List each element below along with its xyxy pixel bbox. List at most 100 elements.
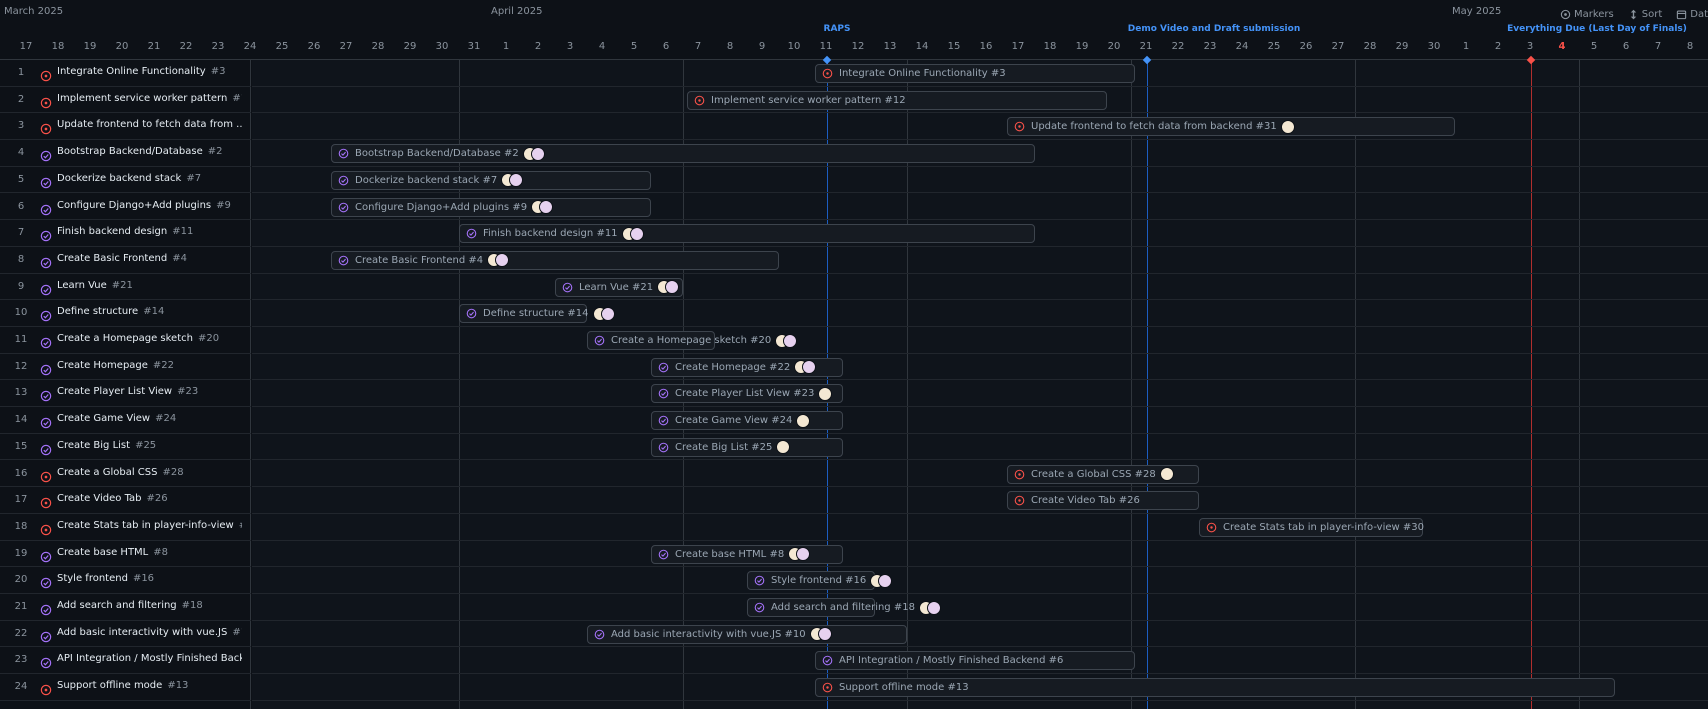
timeline-bar[interactable]: Create Stats tab in player-info-view #30 bbox=[1199, 517, 1424, 537]
list-item[interactable]: 24 Support offline mode #13 bbox=[0, 674, 251, 701]
item-title[interactable]: Create Homepage #22 bbox=[57, 360, 174, 371]
item-title[interactable]: Create Player List View #23 bbox=[57, 386, 198, 397]
item-title[interactable]: Create a Homepage sketch #20 bbox=[57, 333, 219, 344]
timeline-bar[interactable]: Integrate Online Functionality #3 bbox=[815, 64, 1135, 83]
timeline-bar[interactable]: Create Video Tab #26 bbox=[1007, 491, 1199, 511]
item-title[interactable]: Configure Django+Add plugins #9 bbox=[57, 200, 231, 211]
list-item[interactable]: 16 Create a Global CSS #28 bbox=[0, 461, 251, 488]
item-title[interactable]: Create a Global CSS #28 bbox=[57, 467, 184, 478]
timeline-bar[interactable]: Add basic interactivity with vue.JS #10 bbox=[587, 624, 907, 644]
day-label: 22 bbox=[1171, 41, 1185, 52]
item-title[interactable]: Support offline mode #13 bbox=[57, 680, 188, 691]
list-item[interactable]: 23 API Integration / Mostly Finished Back… bbox=[0, 647, 251, 675]
list-item[interactable]: 14 Create Game View #24 bbox=[0, 407, 251, 434]
timeline-bar[interactable]: Configure Django+Add plugins #9 bbox=[331, 197, 651, 217]
item-title[interactable]: Style frontend #16 bbox=[57, 573, 154, 584]
item-title[interactable]: Create base HTML #8 bbox=[57, 547, 168, 558]
assignee-avatars bbox=[870, 573, 893, 588]
item-title[interactable]: Learn Vue #21 bbox=[57, 280, 133, 291]
item-title[interactable]: API Integration / Mostly Finished Back..… bbox=[57, 653, 242, 664]
item-title[interactable]: Create Basic Frontend #4 bbox=[57, 253, 187, 264]
timeline-bar[interactable]: Define structure #14 bbox=[459, 304, 615, 324]
timeline-bar[interactable]: Create Game View #24 bbox=[651, 411, 843, 431]
item-title[interactable]: Define structure #14 bbox=[57, 306, 164, 317]
timeline-bar[interactable]: Create Homepage #22 bbox=[651, 357, 843, 377]
list-item[interactable]: 9 Learn Vue #21 bbox=[0, 274, 251, 301]
day-label: 4 bbox=[1558, 41, 1566, 52]
list-item[interactable]: 20 Style frontend #16 bbox=[0, 567, 251, 594]
timeline-row bbox=[252, 594, 1708, 621]
list-item[interactable]: 22 Add basic interactivity with vue.JS#10 bbox=[0, 621, 251, 648]
day-label: 15 bbox=[947, 41, 961, 52]
timeline-bar[interactable]: Implement service worker pattern #12 bbox=[687, 90, 1107, 110]
list-item[interactable]: 17 Create Video Tab #26 bbox=[0, 487, 251, 514]
list-item[interactable]: 1 Integrate Online Functionality #3 bbox=[0, 60, 251, 87]
list-item[interactable]: 12 Create Homepage #22 bbox=[0, 354, 251, 381]
sort-button[interactable]: Sort bbox=[1628, 9, 1662, 20]
item-title[interactable]: Dockerize backend stack #7 bbox=[57, 173, 201, 184]
row-number: 11 bbox=[14, 334, 28, 345]
list-item[interactable]: 5 Dockerize backend stack #7 bbox=[0, 167, 251, 194]
item-title[interactable]: Create Game View #24 bbox=[57, 413, 176, 424]
timeline-bar[interactable]: Style frontend #16 bbox=[747, 571, 893, 591]
list-item[interactable]: 21 Add search and filtering #18 bbox=[0, 594, 251, 621]
item-title[interactable]: Integrate Online Functionality #3 bbox=[57, 66, 225, 77]
timeline-bar[interactable]: Finish backend design #11 bbox=[459, 224, 1035, 244]
timeline-row bbox=[252, 621, 1708, 648]
assignee-avatars bbox=[592, 306, 615, 321]
timeline-bar[interactable]: Create Basic Frontend #4 bbox=[331, 250, 779, 270]
list-item[interactable]: 3 Update frontend to fetch data from ...#… bbox=[0, 113, 251, 141]
list-item[interactable]: 2 Implement service worker pattern#12 bbox=[0, 87, 251, 114]
item-title[interactable]: Create Video Tab #26 bbox=[57, 493, 168, 504]
timeline-bar[interactable]: Create a Homepage sketch #20 bbox=[587, 331, 798, 350]
issue-closed-icon bbox=[40, 361, 52, 375]
item-title[interactable]: Update frontend to fetch data from ...#3… bbox=[57, 119, 242, 130]
list-item[interactable]: 18 Create Stats tab in player-info-view#3… bbox=[0, 514, 251, 541]
issue-closed-icon bbox=[754, 602, 765, 613]
list-item[interactable]: 15 Create Big List #25 bbox=[0, 434, 251, 461]
item-title[interactable]: Add search and filtering #18 bbox=[57, 600, 203, 611]
list-item[interactable]: 13 Create Player List View #23 bbox=[0, 380, 251, 408]
timeline-bar[interactable]: Update frontend to fetch data from backe… bbox=[1007, 117, 1455, 137]
issue-closed-icon bbox=[338, 148, 349, 159]
timeline-bar[interactable]: Bootstrap Backend/Database #2 bbox=[331, 144, 1035, 164]
list-item[interactable]: 4 Bootstrap Backend/Database #2 bbox=[0, 140, 251, 167]
marker-demo-video[interactable]: Demo Video and Draft submission bbox=[1128, 24, 1300, 34]
avatar bbox=[783, 333, 798, 348]
item-title[interactable]: Implement service worker pattern#12 bbox=[57, 93, 242, 104]
issue-closed-icon bbox=[562, 282, 573, 293]
issue-closed-icon bbox=[658, 388, 669, 399]
timeline-bar[interactable]: Create Player List View #23 bbox=[651, 384, 843, 404]
date-fields-button[interactable]: Dat bbox=[1676, 9, 1708, 20]
issue-open-icon bbox=[40, 120, 52, 135]
item-title[interactable]: Bootstrap Backend/Database #2 bbox=[57, 146, 223, 157]
list-item[interactable]: 7 Finish backend design #11 bbox=[0, 220, 251, 247]
timeline-bar[interactable]: Dockerize backend stack #7 bbox=[331, 170, 651, 190]
list-item[interactable]: 11 Create a Homepage sketch #20 bbox=[0, 327, 251, 354]
bar-label: Create Big List #25 bbox=[675, 441, 773, 453]
timeline-bar[interactable]: Learn Vue #21 bbox=[555, 277, 683, 297]
timeline-bar[interactable]: Create Big List #25 bbox=[651, 437, 843, 457]
issue-open-icon bbox=[1206, 522, 1217, 533]
timeline-bar[interactable]: Create a Global CSS #28 bbox=[1007, 464, 1199, 484]
markers-button[interactable]: Markers bbox=[1560, 9, 1614, 20]
timeline-bar[interactable]: API Integration / Mostly Finished Backen… bbox=[815, 651, 1135, 671]
marker-raps[interactable]: RAPS bbox=[824, 24, 851, 34]
timeline-bar[interactable]: Add search and filtering #18 bbox=[747, 598, 941, 617]
timeline-bar[interactable]: Support offline mode #13 bbox=[815, 678, 1615, 698]
issue-closed-icon bbox=[658, 549, 669, 560]
day-label: 26 bbox=[1299, 41, 1313, 52]
list-item[interactable]: 6 Configure Django+Add plugins #9 bbox=[0, 194, 251, 221]
marker-everything-due[interactable]: Everything Due (Last Day of Finals) bbox=[1507, 24, 1687, 34]
item-title[interactable]: Create Big List #25 bbox=[57, 440, 156, 451]
list-item[interactable]: 19 Create base HTML #8 bbox=[0, 541, 251, 568]
issue-closed-icon bbox=[594, 335, 605, 346]
avatar bbox=[817, 627, 832, 642]
list-item[interactable]: 10 Define structure #14 bbox=[0, 300, 251, 327]
bar-label: Learn Vue #21 bbox=[579, 281, 654, 293]
timeline-bar[interactable]: Create base HTML #8 bbox=[651, 544, 843, 564]
list-item[interactable]: 8 Create Basic Frontend #4 bbox=[0, 247, 251, 274]
item-title[interactable]: Finish backend design #11 bbox=[57, 226, 193, 237]
item-title[interactable]: Add basic interactivity with vue.JS#10 bbox=[57, 627, 242, 638]
item-title[interactable]: Create Stats tab in player-info-view#30 bbox=[57, 520, 242, 531]
